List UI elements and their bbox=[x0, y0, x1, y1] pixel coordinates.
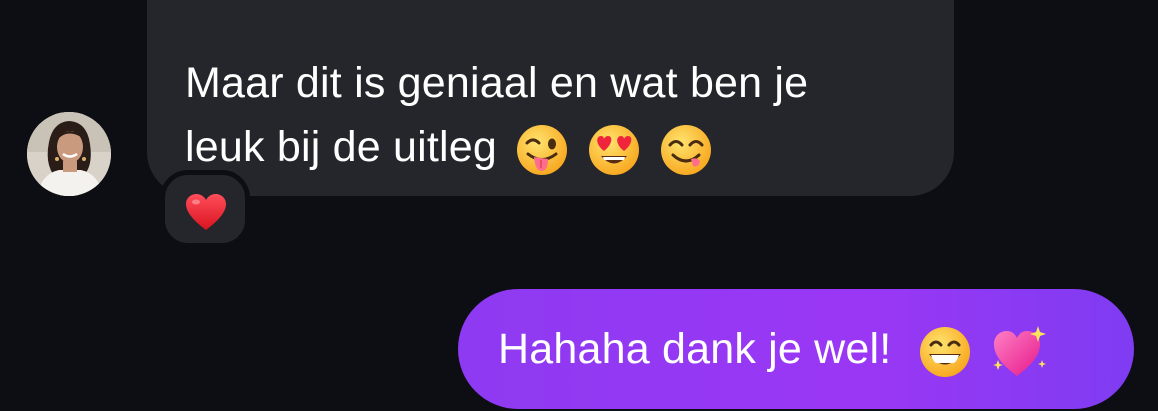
sparkling-heart-icon bbox=[990, 324, 1048, 380]
incoming-message-line-2-row: leuk bij de uitleg bbox=[185, 115, 925, 179]
avatar[interactable] bbox=[27, 112, 111, 196]
winking-face-tongue-icon bbox=[515, 123, 569, 177]
incoming-message-line-2: leuk bij de uitleg bbox=[185, 123, 497, 171]
heart-eyes-icon bbox=[587, 123, 641, 177]
grinning-face-icon bbox=[918, 325, 972, 379]
yum-face-icon bbox=[659, 123, 713, 177]
message-reaction[interactable] bbox=[160, 170, 250, 248]
incoming-message-line-1: Maar dit is geniaal en wat ben je bbox=[185, 59, 809, 107]
incoming-message-bubble[interactable]: Maar dit is geniaal en wat ben je leuk b… bbox=[147, 0, 954, 196]
outgoing-message-bubble[interactable]: Hahaha dank je wel! bbox=[458, 289, 1134, 409]
chat-thread: Maar dit is geniaal en wat ben je leuk b… bbox=[0, 0, 1158, 411]
incoming-message-text: Maar dit is geniaal en wat ben je leuk b… bbox=[185, 51, 925, 179]
avatar-photo bbox=[27, 112, 111, 196]
red-heart-icon bbox=[186, 194, 226, 230]
outgoing-message-text: Hahaha dank je wel! bbox=[498, 325, 892, 373]
outgoing-message-row: Hahaha dank je wel! bbox=[498, 317, 1048, 381]
